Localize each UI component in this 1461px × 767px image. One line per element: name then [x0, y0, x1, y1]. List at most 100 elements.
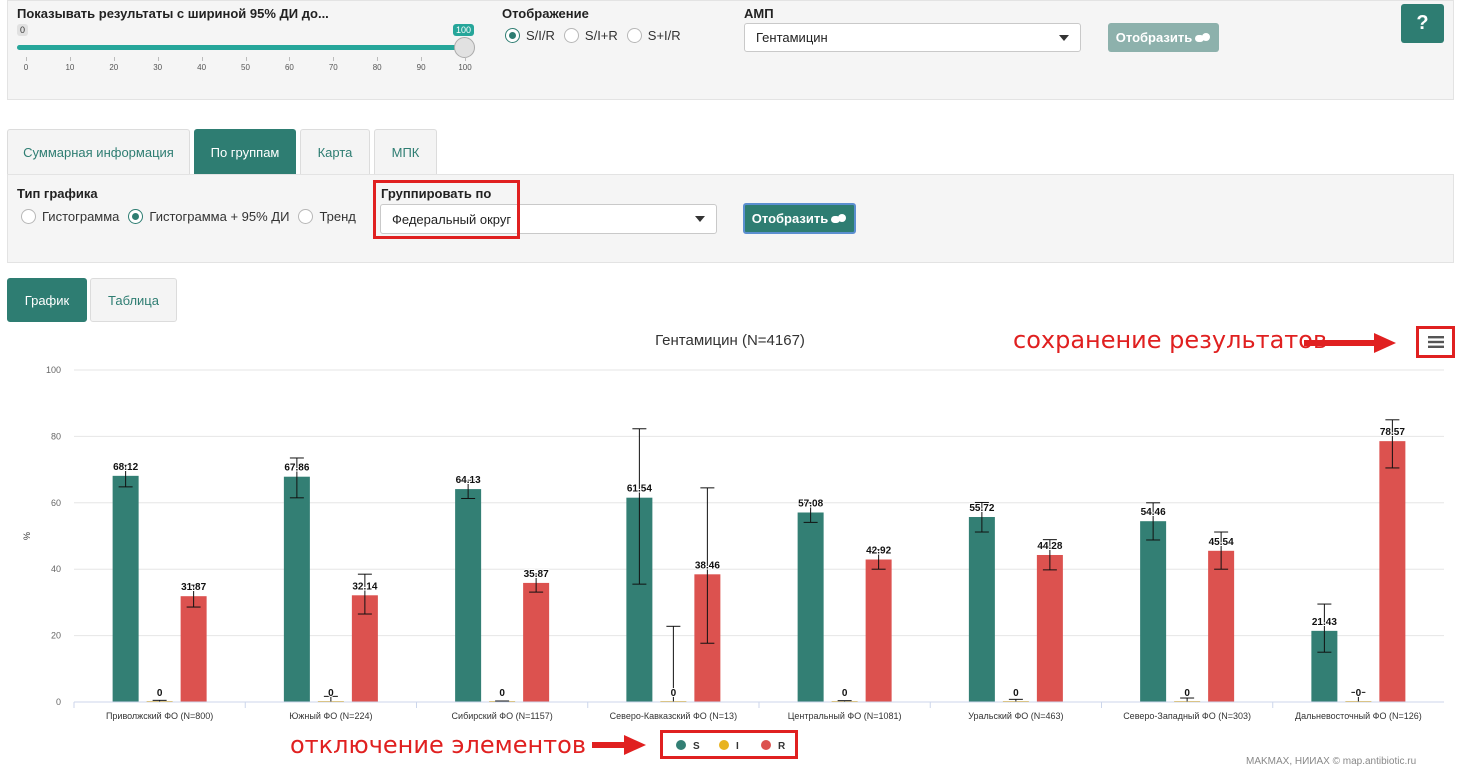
radio-icon	[21, 209, 36, 224]
chevron-down-icon	[695, 216, 705, 222]
chart-title: Гентамицин (N=4167)	[655, 332, 805, 349]
data-label: 61.54	[627, 484, 652, 495]
data-label: 32.14	[352, 581, 377, 592]
slider-tick-label: 20	[109, 63, 119, 72]
chart-type-histogram[interactable]: Гистограмма	[21, 209, 119, 224]
bar-s	[797, 512, 824, 702]
ci-slider-handle[interactable]	[454, 37, 475, 58]
tab-by-groups[interactable]: По группам	[194, 129, 296, 174]
tab-summary[interactable]: Суммарная информация	[7, 129, 190, 174]
data-label: 0	[1013, 688, 1019, 699]
display-option-sir[interactable]: S/I/R	[505, 28, 555, 43]
slider-tick-label: 30	[153, 63, 163, 72]
data-label: 42.92	[866, 546, 891, 557]
data-label: 0	[1356, 688, 1362, 699]
data-label: 0	[328, 688, 334, 699]
data-label: 21.43	[1312, 617, 1337, 628]
x-tick-label: Уральский ФО (N=463)	[968, 711, 1063, 721]
x-tick-label: Дальневосточный ФО (N=126)	[1295, 711, 1422, 721]
amp-select[interactable]: Гентамицин	[744, 23, 1081, 52]
slider-tick-mark	[421, 57, 423, 61]
data-label: 68.12	[113, 462, 138, 473]
chart-grid: 0 20 40 60 80 100	[46, 365, 1444, 707]
radio-checked-icon	[505, 28, 520, 43]
slider-tick-label: 0	[23, 63, 29, 72]
top-show-button[interactable]: Отобразить	[1108, 23, 1219, 52]
data-label: 45.54	[1209, 537, 1234, 548]
chart-type-radio-group: Гистограмма Гистограмма + 95% ДИ Тренд	[21, 209, 365, 224]
data-label: 0	[499, 688, 505, 699]
slider-tick-label: 60	[284, 63, 294, 72]
bar-r	[1036, 554, 1063, 702]
data-label: 57.08	[798, 498, 823, 509]
y-tick-label: 60	[51, 498, 61, 508]
slider-tick-mark	[201, 57, 203, 61]
resistance-chart: Гентамицин (N=4167) % 0 20 40 60 80 100 68.12…	[22, 332, 1444, 752]
x-tick-label: Центральный ФО (N=1081)	[788, 711, 902, 721]
chart-show-button[interactable]: Отобразить	[743, 203, 856, 234]
radio-checked-icon	[128, 209, 144, 224]
tab-mic[interactable]: МПК	[374, 129, 437, 174]
x-tick-label: Северо-Кавказский ФО (N=13)	[610, 711, 737, 721]
menu-icon	[1427, 336, 1444, 348]
view-tab-chart[interactable]: График	[7, 278, 87, 322]
chart-type-histogram-ci[interactable]: Гистограмма + 95% ДИ	[128, 209, 289, 224]
slider-tick-label: 40	[197, 63, 207, 72]
data-label: 55.72	[969, 503, 994, 514]
data-label: 67.86	[284, 463, 309, 474]
bar-r	[1379, 441, 1406, 702]
y-tick-label: 40	[51, 564, 61, 574]
help-button[interactable]: ?	[1401, 4, 1444, 43]
amp-label: АМП	[744, 6, 774, 21]
amp-select-value: Гентамицин	[756, 30, 828, 45]
slider-tick-label: 90	[416, 63, 426, 72]
chart-type-trend[interactable]: Тренд	[298, 209, 356, 224]
pills-icon	[1195, 32, 1211, 43]
toggle-arrow-icon	[592, 735, 646, 755]
display-label: Отображение	[502, 6, 589, 21]
data-label: 64.13	[456, 475, 481, 486]
group-by-highlight	[373, 180, 520, 239]
data-label: 35.87	[524, 569, 549, 580]
slider-tick-mark	[157, 57, 159, 61]
slider-tick-label: 80	[372, 63, 382, 72]
slider-tick-mark	[69, 57, 71, 61]
y-tick-label: 20	[51, 631, 61, 641]
chart-menu-button[interactable]	[1416, 326, 1455, 358]
bar-s	[455, 489, 482, 702]
slider-tick-mark	[289, 57, 291, 61]
bar-r	[865, 559, 892, 702]
tab-map[interactable]: Карта	[300, 129, 370, 174]
bar-r	[180, 596, 207, 702]
ci-slider-fill	[17, 45, 465, 50]
slider-tick-mark	[245, 57, 247, 61]
display-radio-group: S/I/R S/I+R S+I/R	[505, 28, 690, 43]
slider-tick-label: 70	[328, 63, 338, 72]
ci-width-label: Показывать результаты с шириной 95% ДИ д…	[17, 6, 329, 21]
data-label: 31.87	[181, 582, 206, 593]
toggle-annotation: отключение элементов	[290, 731, 586, 759]
slider-tick-label: 100	[458, 63, 472, 72]
data-label: 54.46	[1141, 507, 1166, 518]
bar-s	[283, 476, 310, 702]
save-arrow-icon	[1304, 333, 1396, 353]
display-option-s-ir[interactable]: S/I+R	[563, 28, 618, 43]
bar-r	[523, 582, 550, 702]
x-tick-label: Приволжский ФО (N=800)	[106, 711, 213, 721]
slider-tick-mark	[26, 57, 27, 61]
slider-tick-mark	[465, 57, 466, 61]
y-axis-label: %	[22, 532, 32, 540]
chart-bars: 68.12 0 31.87 67.86 0 32.14 64.13 0 35.87 61.54 0 3…	[112, 419, 1406, 703]
legend-highlight	[660, 730, 798, 759]
display-option-si-r[interactable]: S+I/R	[626, 28, 681, 43]
slider-tick-label: 10	[65, 63, 75, 72]
data-label: 0	[842, 688, 848, 699]
radio-icon	[298, 209, 314, 224]
x-axis-labels: Приволжский ФО (N=800) Южный ФО (N=224) Си…	[73, 701, 1444, 721]
chart-type-label: Тип графика	[17, 186, 98, 201]
data-label: 44.28	[1037, 541, 1062, 552]
view-tab-table[interactable]: Таблица	[90, 278, 177, 322]
bar-r	[1208, 550, 1235, 702]
data-label: 0	[1184, 688, 1190, 699]
bar-s	[1140, 521, 1167, 702]
